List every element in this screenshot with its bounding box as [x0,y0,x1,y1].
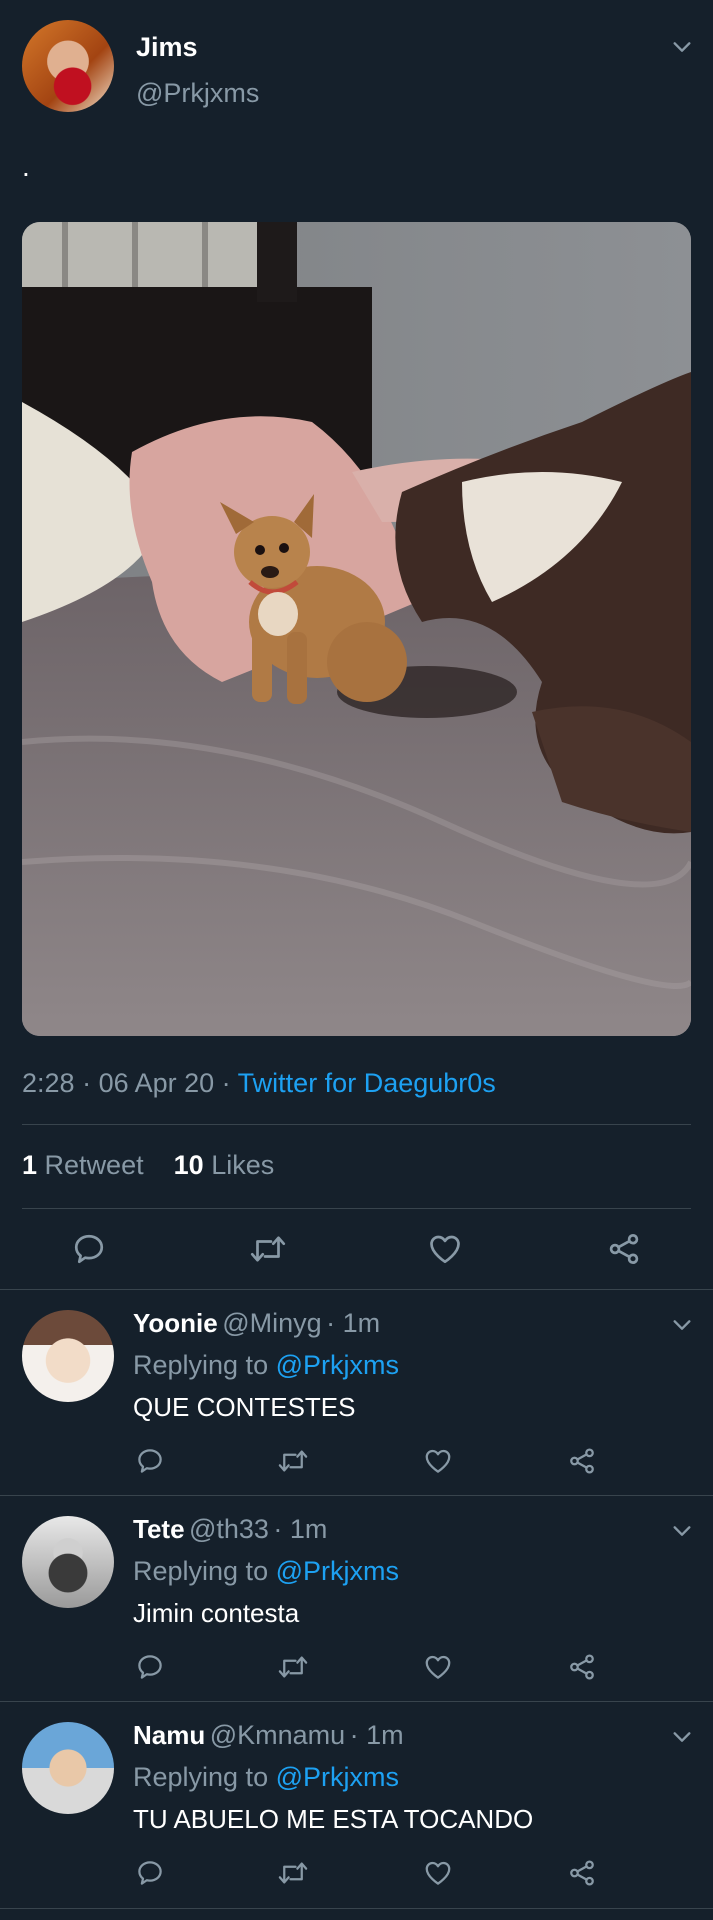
share-icon[interactable] [567,1446,597,1476]
reply-handle[interactable]: @Kmnamu [210,1720,345,1750]
share-icon[interactable] [606,1231,642,1267]
divider [0,1495,713,1496]
author-name[interactable]: Jims [136,32,198,63]
replying-to: Replying to @Prkjxms [133,1556,399,1587]
chevron-down-icon[interactable] [671,1726,693,1748]
divider [0,1701,713,1702]
divider [0,1289,713,1290]
author-handle[interactable]: @Prkjxms [136,78,259,109]
heart-icon[interactable] [423,1858,453,1888]
reply-handle[interactable]: @th33 [189,1514,269,1544]
tweet-date: 06 Apr 20 [98,1068,215,1098]
heart-icon[interactable] [427,1231,463,1267]
divider [22,1124,691,1125]
likes-label[interactable]: Likes [211,1150,274,1180]
tweet-text: . [22,151,30,182]
reply-time: 1m [342,1308,381,1338]
chevron-down-icon[interactable] [671,36,693,58]
chevron-down-icon[interactable] [671,1520,693,1542]
share-icon[interactable] [567,1858,597,1888]
reply-name[interactable]: Yoonie [133,1308,218,1338]
reply-avatar[interactable] [22,1310,114,1402]
reply-avatar[interactable] [22,1722,114,1814]
reply-header: Namu @Kmnamu · 1m [133,1720,404,1750]
author-avatar[interactable] [22,20,114,112]
reply-handle[interactable]: @Minyg [222,1308,321,1338]
tweet-time: 2:28 [22,1068,75,1098]
tweet-source[interactable]: Twitter for Daegubr0s [238,1068,496,1098]
divider [0,1908,713,1909]
replying-prefix: Replying to [133,1556,269,1586]
chevron-down-icon[interactable] [671,1314,693,1336]
replying-to-handle[interactable]: @Prkjxms [276,1556,399,1586]
retweet-icon[interactable] [276,1446,310,1476]
reply-time: 1m [289,1514,328,1544]
share-icon[interactable] [567,1652,597,1682]
reply-name[interactable]: Namu [133,1720,205,1750]
retweet-icon[interactable] [276,1652,310,1682]
heart-icon[interactable] [423,1652,453,1682]
replying-prefix: Replying to [133,1762,269,1792]
reply-icon[interactable] [135,1446,165,1476]
tweet-stats: 1 Retweet 10 Likes [22,1150,274,1181]
reply-time: 1m [366,1720,404,1750]
tweet-photo[interactable] [22,222,691,1036]
reply-name[interactable]: Tete [133,1514,185,1544]
reply-icon[interactable] [71,1231,107,1267]
replying-prefix: Replying to [133,1350,269,1380]
heart-icon[interactable] [423,1446,453,1476]
reply-header: Tete @th33 · 1m [133,1514,328,1544]
replying-to-handle[interactable]: @Prkjxms [276,1762,399,1792]
reply-avatar[interactable] [22,1516,114,1608]
reply-icon[interactable] [135,1858,165,1888]
divider [22,1208,691,1209]
reply-icon[interactable] [135,1652,165,1682]
replying-to: Replying to @Prkjxms [133,1762,399,1793]
tweet-meta: 2:28 · 06 Apr 20 · Twitter for Daegubr0s [22,1068,496,1098]
retweet-label[interactable]: Retweet [45,1150,144,1180]
reply-text: QUE CONTESTES [133,1392,356,1422]
dog-on-bed-image [22,222,691,1036]
retweet-icon[interactable] [248,1231,288,1267]
reply-text: Jimin contesta [133,1598,300,1628]
replying-to: Replying to @Prkjxms [133,1350,399,1381]
reply-text: TU ABUELO ME ESTA TOCANDO [133,1804,534,1834]
retweet-count[interactable]: 1 [22,1150,37,1180]
retweet-icon[interactable] [276,1858,310,1888]
reply-header: Yoonie @Minyg · 1m [133,1308,381,1338]
likes-count[interactable]: 10 [174,1150,204,1180]
replying-to-handle[interactable]: @Prkjxms [276,1350,399,1380]
